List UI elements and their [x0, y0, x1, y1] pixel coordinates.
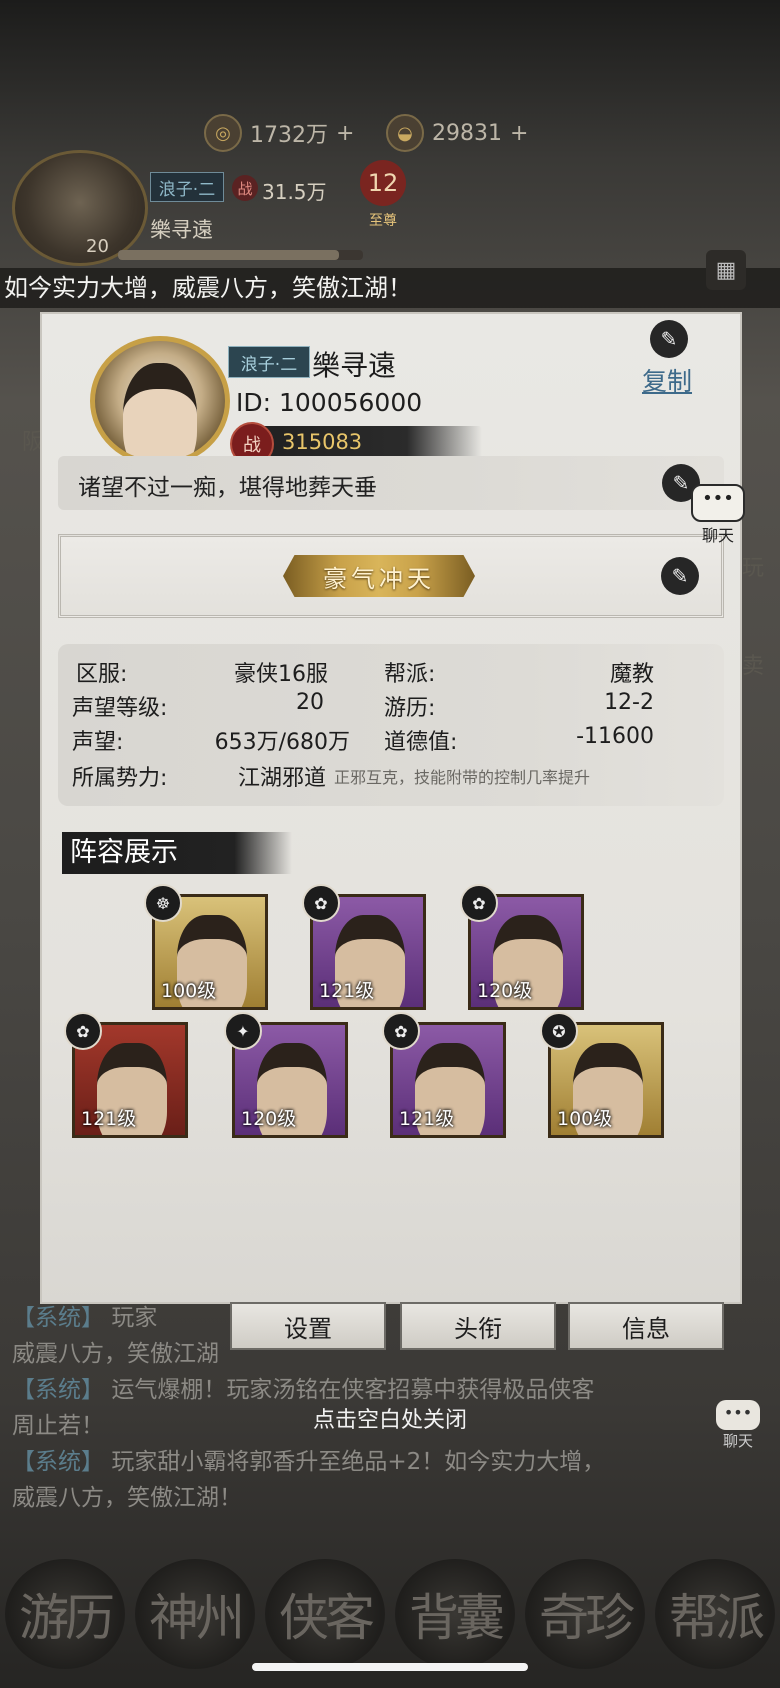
player-avatar[interactable] — [12, 150, 148, 266]
chat-bubble-icon: ••• — [691, 484, 745, 522]
nav-item[interactable]: 背囊 — [395, 1559, 515, 1669]
nav-item[interactable]: 帮派 — [655, 1559, 775, 1669]
side-hint-right: 玩 — [742, 556, 765, 581]
hero-class-icon: ✿ — [64, 1012, 102, 1050]
chat-label: 聊天 — [701, 526, 734, 545]
profile-avatar[interactable] — [90, 336, 230, 466]
edit-title-brush-icon[interactable]: ✎ — [661, 557, 699, 595]
player-name: 樂寻遠 — [150, 218, 213, 242]
coin-value: 1732万 — [250, 123, 328, 148]
hero-level: 121级 — [81, 1108, 137, 1130]
hero-class-icon: ✪ — [540, 1012, 578, 1050]
grid-menu-icon[interactable]: ▦ — [706, 250, 746, 290]
hero-class-icon: ☸ — [144, 884, 182, 922]
side-hint-right-2: 卖 — [742, 654, 765, 679]
add-ingot-icon[interactable]: + — [510, 121, 528, 146]
nav-item[interactable]: 奇珍 — [525, 1559, 645, 1669]
player-power: 31.5万 — [262, 180, 327, 204]
coin-counter[interactable]: ◎ 1732万 + — [204, 112, 354, 154]
hero-class-icon: ✿ — [382, 1012, 420, 1050]
player-level: 20 — [86, 236, 109, 257]
edit-name-brush-icon[interactable]: ✎ — [650, 320, 688, 358]
nav-item[interactable]: 神州 — [135, 1559, 255, 1669]
guild-value: 魔教 — [609, 662, 654, 687]
ingot-value: 29831 — [432, 120, 502, 146]
rep-label: 声望: — [72, 730, 124, 755]
faction-description: 正邪互克，技能附带的控制几率提升 — [334, 768, 591, 787]
tab-settings[interactable]: 设置 — [230, 1302, 386, 1350]
morality-value: -11600 — [576, 724, 654, 749]
hero-level: 100级 — [161, 980, 217, 1002]
nav-item[interactable]: 游历 — [5, 1559, 125, 1669]
xp-bar — [118, 250, 363, 260]
honor-title-frame: 豪气冲天 ✎ — [58, 534, 724, 618]
chat-text: 玩家甜小霸将郭香升至绝品+2！如今实力大增， — [111, 1449, 606, 1475]
xp-fill — [118, 250, 339, 260]
hero-level: 120级 — [477, 980, 533, 1002]
motto-box: 诸望不过一痴，堪得地葬天垂 — [58, 456, 724, 510]
ingot-counter[interactable]: ◒ 29831 + — [386, 112, 528, 154]
nav-item[interactable]: 侠客 — [265, 1559, 385, 1669]
faction-value: 江湖邪道 — [237, 766, 326, 791]
chat-tag: 【系统】 — [12, 1377, 112, 1403]
server-value: 豪侠16服 — [234, 662, 328, 687]
system-marquee: 如今实力大增，威震八方，笑傲江湖！ — [0, 268, 780, 308]
motto-text: 诸望不过一痴，堪得地葬天垂 — [78, 475, 377, 501]
vip-badge[interactable]: 12 至尊 — [338, 160, 428, 232]
hero-class-icon: ✦ — [224, 1012, 262, 1050]
hero-level: 121级 — [399, 1108, 455, 1130]
hero-level: 120级 — [241, 1108, 297, 1130]
coin-icon: ◎ — [204, 114, 242, 152]
info-box: 区服: 豪侠16服 帮派: 魔教 声望等级: 20 游历: 12-2 声望: 6… — [58, 644, 724, 806]
rep-level-label: 声望等级: — [72, 696, 168, 721]
chat-text: 运气爆棚！玩家汤铭在侠客招募中获得极品侠客 — [111, 1377, 595, 1403]
hero-level: 100级 — [557, 1108, 613, 1130]
home-indicator[interactable] — [252, 1663, 528, 1671]
profile-title-tag: 浪子·二 — [228, 346, 310, 378]
faction-label: 所属势力: — [72, 766, 168, 791]
rep-value: 653万/680万 — [214, 730, 350, 755]
floating-chat-button[interactable]: ••• 聊天 — [690, 484, 746, 548]
close-hint[interactable]: 点击空白处关闭 — [0, 1402, 780, 1434]
profile-id: ID: 100056000 — [236, 388, 423, 417]
power-icon: 战 — [232, 175, 258, 201]
add-coin-icon[interactable]: + — [336, 121, 354, 146]
chat-line: 【系统】 玩家甜小霸将郭香升至绝品+2！如今实力大增， — [12, 1444, 732, 1480]
profile-panel: 浪子·二 樂寻遠 ID: 100056000 战 315083 ✎ 复制 诸望不… — [42, 314, 740, 1302]
hero-class-icon: ✿ — [302, 884, 340, 922]
chat-tag: 【系统】 — [12, 1449, 112, 1475]
honor-title-banner: 豪气冲天 — [283, 555, 475, 597]
lineup-heading: 阵容展示 — [62, 832, 292, 874]
morality-label: 道德值: — [384, 730, 458, 755]
tab-info[interactable]: 信息 — [568, 1302, 724, 1350]
guild-label: 帮派: — [384, 662, 436, 687]
chat-line: 威震八方，笑傲江湖！ — [12, 1480, 732, 1516]
profile-name: 樂寻遠 — [312, 349, 397, 382]
copy-id-link[interactable]: 复制 — [642, 362, 692, 398]
hero-class-icon: ✿ — [460, 884, 498, 922]
chat-label: 聊天 — [722, 1432, 753, 1450]
chat-text: 威震八方，笑傲江湖 — [12, 1341, 219, 1367]
side-hint-left: 阪 — [22, 430, 45, 455]
chat-text: 威震八方，笑傲江湖！ — [12, 1485, 242, 1511]
profile-power: 315083 — [282, 430, 363, 454]
vip-level: 12 — [360, 160, 406, 206]
rep-level-value: 20 — [296, 690, 324, 715]
chat-text: 玩家 — [111, 1305, 158, 1331]
player-title-tag: 浪子·二 — [150, 172, 224, 202]
hero-level: 121级 — [319, 980, 375, 1002]
chat-tag: 【系统】 — [12, 1305, 112, 1331]
ingot-icon: ◒ — [386, 114, 424, 152]
travel-value: 12-2 — [604, 690, 654, 715]
avatar-face — [123, 363, 197, 461]
vip-label: 至尊 — [369, 213, 397, 229]
tab-title[interactable]: 头衔 — [400, 1302, 556, 1350]
server-label: 区服: — [76, 662, 128, 687]
travel-label: 游历: — [384, 696, 436, 721]
